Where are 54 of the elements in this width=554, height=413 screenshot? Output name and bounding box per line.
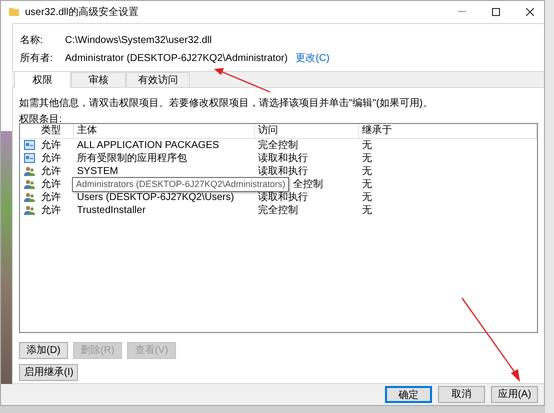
action-button[interactable]: 添加(D) bbox=[19, 342, 68, 359]
dialog-button[interactable]: 取消 bbox=[438, 386, 485, 403]
table-cell-text: 读取和执行 bbox=[257, 152, 309, 165]
users-icon bbox=[24, 179, 34, 190]
owner-name: Administrator (DESKTOP-6J27KQ2\Administrator) bbox=[65, 52, 288, 65]
package-icon bbox=[24, 153, 34, 164]
tab[interactable]: 权限 bbox=[14, 70, 71, 88]
column-header[interactable]: 类型 bbox=[38, 124, 74, 139]
window-title: user32.dll的高级安全设置 bbox=[25, 6, 140, 19]
table-cell-text: 无 bbox=[361, 178, 373, 191]
tooltip: Administrators (DESKTOP-6J27KQ2\Administrators) bbox=[72, 176, 290, 192]
inheritance-button[interactable]: 启用继承(I) bbox=[19, 364, 78, 381]
table-cell-text: 读取和执行 bbox=[257, 190, 309, 204]
table-cell-text: TrustedInstaller bbox=[76, 204, 147, 217]
table-cell-text: ALL APPLICATION PACKAGES bbox=[76, 138, 220, 152]
table-cell-text: 允许 bbox=[40, 164, 62, 178]
table-cell-text: 完全控制 bbox=[257, 138, 299, 152]
section-label: 权限条目: bbox=[19, 112, 63, 123]
package-icon bbox=[24, 140, 34, 150]
table-cell-text: 无 bbox=[361, 204, 373, 217]
minimize-icon[interactable] bbox=[458, 11, 466, 12]
table-cell-text: SYSTEM bbox=[76, 164, 120, 178]
dialog-button[interactable]: 确定 bbox=[385, 386, 432, 403]
column-header[interactable]: 继承于 bbox=[359, 124, 537, 139]
users-icon bbox=[24, 166, 34, 176]
table-cell-text: 允许 bbox=[40, 138, 62, 152]
users-icon bbox=[24, 192, 34, 202]
field-label: 名称: bbox=[20, 34, 44, 47]
table-cell-text: 允许 bbox=[40, 204, 62, 217]
close-icon[interactable] bbox=[526, 8, 534, 16]
tab[interactable]: 审核 bbox=[71, 72, 126, 87]
table-cell-text: 完全控制 bbox=[257, 204, 299, 217]
table-cell-text: 读取和执行 bbox=[257, 164, 309, 178]
tab[interactable]: 有效访问 bbox=[126, 72, 190, 87]
table-cell-text: 无 bbox=[361, 190, 373, 204]
table-cell-text: 允许 bbox=[40, 190, 62, 204]
table-cell-text: 允许 bbox=[40, 152, 62, 165]
column-header[interactable]: 主体 bbox=[74, 124, 255, 139]
folder-icon bbox=[9, 7, 19, 16]
column-header[interactable]: 访问 bbox=[255, 124, 359, 139]
table-cell-text: Users (DESKTOP-6J27KQ2\Users) bbox=[76, 190, 236, 204]
users-icon bbox=[24, 205, 34, 216]
annotation-arrow bbox=[212, 66, 272, 94]
maximize-icon[interactable] bbox=[492, 8, 500, 16]
table-cell-text: 允许 bbox=[40, 178, 62, 191]
table-cell-text: 无 bbox=[361, 138, 373, 152]
file-path: C:\Windows\System32\user32.dll bbox=[65, 34, 212, 47]
instructions-text: 如需其他信息，请双击权限项目。若要修改权限项目，请选择该项目并单击"编辑"(如果可用)。 bbox=[19, 96, 434, 111]
dialog-button[interactable]: 应用(A) bbox=[491, 386, 538, 403]
table-cell-text: 无 bbox=[361, 164, 373, 178]
change-link[interactable]: 更改(C) bbox=[296, 52, 330, 65]
table-cell-text: 所有受限制的应用程序包 bbox=[76, 152, 188, 165]
field-label: 所有者: bbox=[20, 52, 54, 65]
table-cell-text: 无 bbox=[361, 152, 373, 165]
